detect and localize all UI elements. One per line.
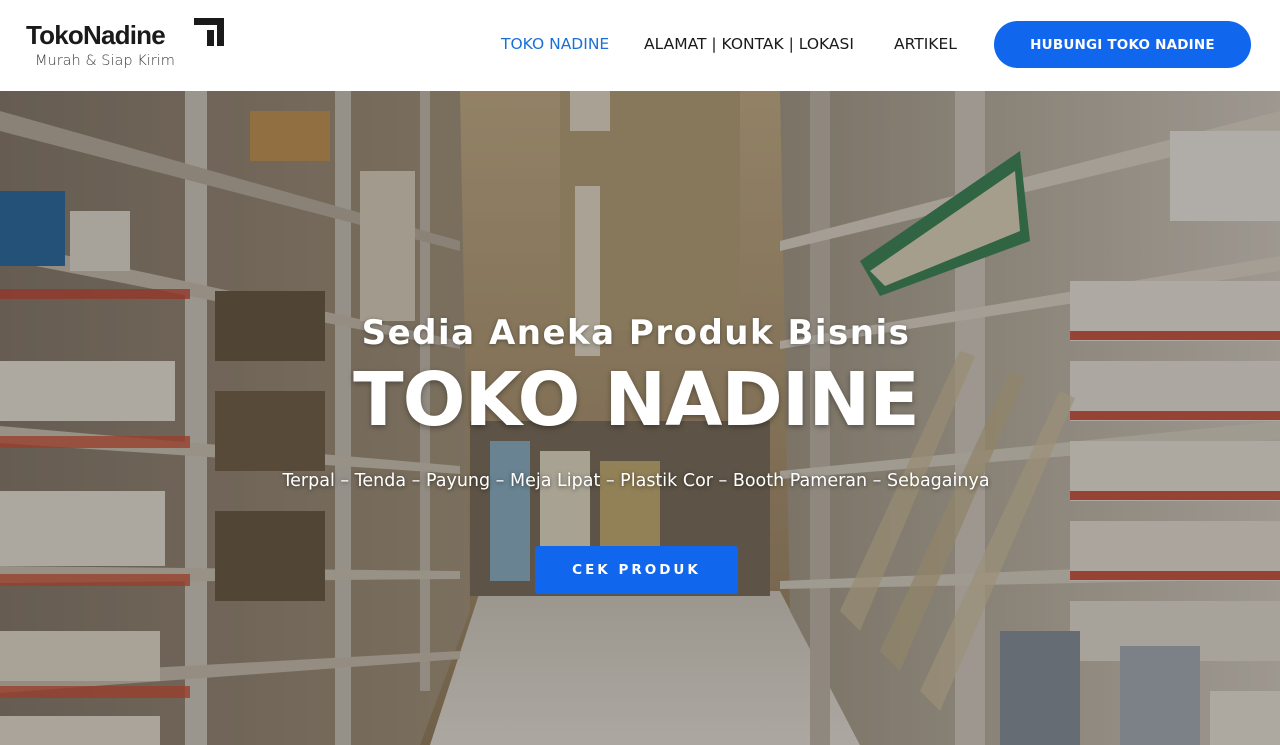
logo-wordmark: TokoNadine bbox=[26, 20, 166, 50]
nav-item-toko-nadine[interactable]: TOKO NADINE bbox=[501, 35, 609, 53]
contact-button[interactable]: HUBUNGI TOKO NADINE bbox=[994, 21, 1251, 68]
check-product-button[interactable]: CEK PRODUK bbox=[535, 546, 738, 594]
site-logo[interactable]: TokoNadine Murah & Siap Kirim bbox=[26, 14, 236, 76]
logo-tagline: Murah & Siap Kirim bbox=[35, 53, 175, 69]
nav-item-artikel[interactable]: ARTIKEL bbox=[894, 35, 957, 53]
hero-subtitle: Sedia Aneka Produk Bisnis bbox=[361, 313, 911, 353]
hero-title: TOKO NADINE bbox=[353, 357, 920, 443]
hero-section: Sedia Aneka Produk Bisnis TOKO NADINE Te… bbox=[0, 91, 1280, 745]
nav-item-alamat-kontak-lokasi[interactable]: ALAMAT | KONTAK | LOKASI bbox=[644, 35, 854, 53]
arrow-mark-icon bbox=[194, 18, 224, 46]
site-header: TokoNadine Murah & Siap Kirim TOKO NADIN… bbox=[0, 0, 1280, 91]
hero-tagline: Terpal – Tenda – Payung – Meja Lipat – P… bbox=[282, 471, 990, 491]
